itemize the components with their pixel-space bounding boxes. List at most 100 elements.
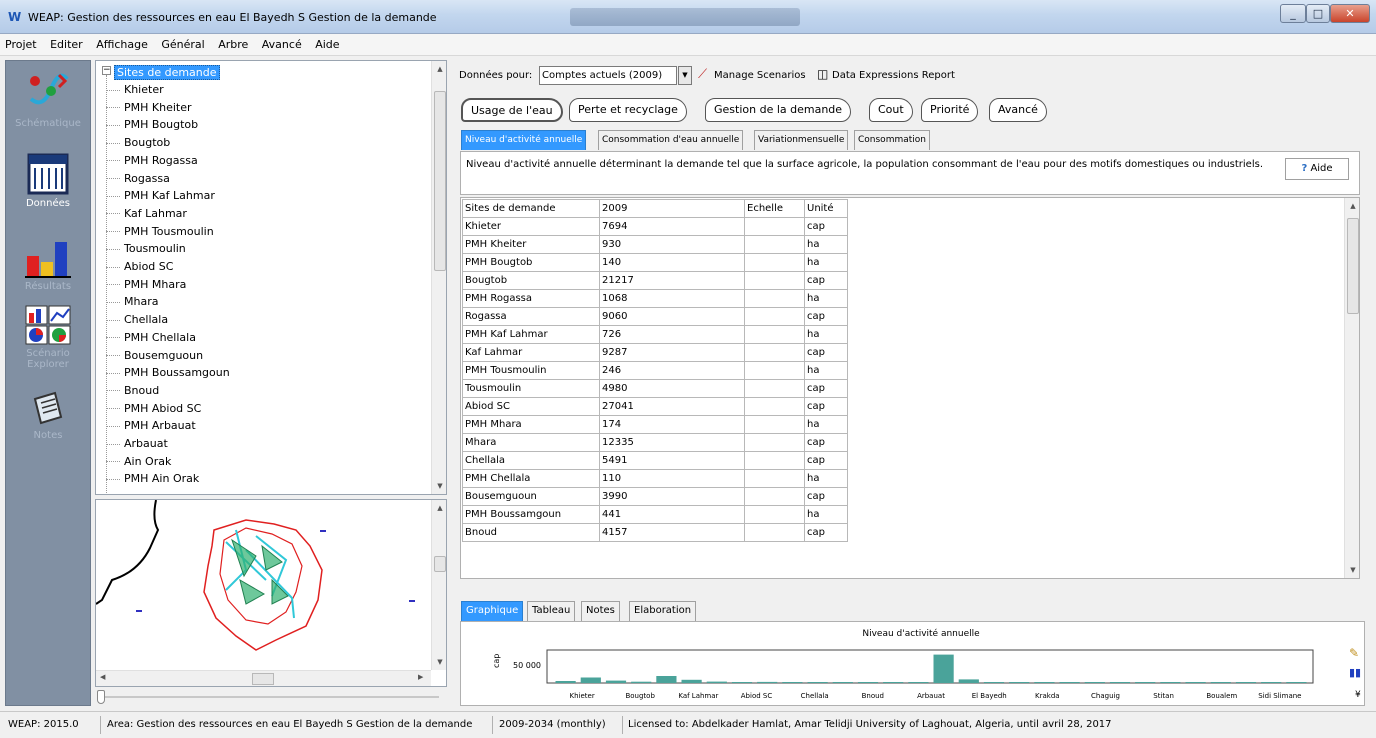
scroll-left-icon[interactable]: ◀ <box>100 673 105 681</box>
value-2009-cell[interactable]: 1068 <box>599 289 745 308</box>
tree-item[interactable]: Bnoud <box>106 384 159 399</box>
tree-item[interactable]: Chellala <box>106 313 168 328</box>
unit-cell[interactable]: ha <box>804 325 848 344</box>
scale-cell[interactable] <box>744 307 805 326</box>
tab-usage-eau[interactable]: Usage de l'eau <box>461 98 563 122</box>
unit-cell[interactable]: cap <box>804 433 848 452</box>
unit-cell[interactable]: cap <box>804 379 848 398</box>
tab-cout[interactable]: Cout <box>869 98 913 122</box>
value-2009-cell[interactable]: 441 <box>599 505 745 524</box>
tree-item[interactable]: PMH Tousmoulin <box>106 225 214 240</box>
table-row[interactable]: PMH Bougtob 140 ha <box>462 253 848 272</box>
tree-item[interactable]: Mhara <box>106 295 158 310</box>
tree-item[interactable]: Ain Orak <box>106 455 171 470</box>
table-row[interactable]: Bougtob 21217 cap <box>462 271 848 290</box>
grid-scrollbar[interactable]: ▲ ▼ <box>1344 198 1359 578</box>
scale-cell[interactable] <box>744 271 805 290</box>
map-vscroll-thumb[interactable] <box>434 556 446 572</box>
tree-item[interactable]: PMH Abiod SC <box>106 402 201 417</box>
scale-cell[interactable] <box>744 523 805 542</box>
tab-graphique[interactable]: Graphique <box>461 601 524 621</box>
tree-item[interactable]: PMH Rogassa <box>106 154 198 169</box>
table-row[interactable]: Bousemguoun 3990 cap <box>462 487 848 506</box>
unit-cell[interactable]: ha <box>804 361 848 380</box>
unit-cell[interactable]: ha <box>804 505 848 524</box>
value-2009-cell[interactable]: 174 <box>599 415 745 434</box>
value-2009-cell[interactable]: 246 <box>599 361 745 380</box>
tab-elaboration[interactable]: Elaboration <box>629 601 697 621</box>
close-button[interactable]: ✕ <box>1330 4 1370 23</box>
unit-cell[interactable]: cap <box>804 271 848 290</box>
scroll-right-icon[interactable]: ▶ <box>418 673 423 681</box>
tree-item[interactable]: PMH Kheiter <box>106 101 192 116</box>
scroll-up-icon[interactable]: ▲ <box>432 61 446 77</box>
value-2009-cell[interactable]: 7694 <box>599 217 745 236</box>
value-2009-cell[interactable]: 9060 <box>599 307 745 326</box>
tab-perte-recyclage[interactable]: Perte et recyclage <box>569 98 687 122</box>
scale-cell[interactable] <box>744 433 805 452</box>
tree-item[interactable]: PMH Ain Orak <box>106 472 199 487</box>
scale-cell[interactable] <box>744 415 805 434</box>
scroll-down-icon[interactable]: ▼ <box>432 654 446 670</box>
menu-avance[interactable]: Avancé <box>257 34 307 51</box>
unit-cell[interactable]: cap <box>804 343 848 362</box>
map-hscrollbar[interactable]: ◀ ▶ <box>96 670 431 686</box>
table-row[interactable]: PMH Tousmoulin 246 ha <box>462 361 848 380</box>
table-row[interactable]: PMH Mhara 174 ha <box>462 415 848 434</box>
scale-cell[interactable] <box>744 325 805 344</box>
unit-cell[interactable]: ha <box>804 415 848 434</box>
tree-item[interactable]: PMH Boussamgoun <box>106 366 230 381</box>
value-2009-cell[interactable]: 12335 <box>599 433 745 452</box>
scroll-up-icon[interactable]: ▲ <box>1345 198 1359 214</box>
table-row[interactable]: Khieter 7694 cap <box>462 217 848 236</box>
scenario-select[interactable]: Comptes actuels (2009) <box>539 66 677 85</box>
unit-cell[interactable]: cap <box>804 217 848 236</box>
scale-cell[interactable] <box>744 289 805 308</box>
menu-affichage[interactable]: Affichage <box>91 34 153 51</box>
scale-cell[interactable] <box>744 379 805 398</box>
tree-item[interactable]: Bousemguoun <box>106 349 203 364</box>
unit-cell[interactable]: cap <box>804 451 848 470</box>
collapse-icon[interactable]: − <box>102 66 111 75</box>
scale-cell[interactable] <box>744 397 805 416</box>
scale-cell[interactable] <box>744 253 805 272</box>
tree-item[interactable]: PMH Chellala <box>106 331 196 346</box>
tree-item[interactable]: Bougtob <box>106 136 170 151</box>
tree-item[interactable]: PMH Kaf Lahmar <box>106 189 215 204</box>
menu-projet[interactable]: Projet <box>0 34 42 51</box>
value-2009-cell[interactable]: 21217 <box>599 271 745 290</box>
menu-aide[interactable]: Aide <box>310 34 344 51</box>
scale-cell[interactable] <box>744 361 805 380</box>
column-header[interactable]: Sites de demande <box>462 199 600 218</box>
chart-options-icon[interactable]: ✎ <box>1349 646 1359 660</box>
value-2009-cell[interactable]: 140 <box>599 253 745 272</box>
column-header[interactable]: Unité <box>804 199 848 218</box>
value-2009-cell[interactable]: 110 <box>599 469 745 488</box>
map-hscroll-thumb[interactable] <box>252 673 274 685</box>
zoom-slider[interactable] <box>95 690 447 706</box>
scale-cell[interactable] <box>744 469 805 488</box>
unit-cell[interactable]: cap <box>804 487 848 506</box>
table-row[interactable]: Chellala 5491 cap <box>462 451 848 470</box>
view-data[interactable]: Données <box>6 153 90 209</box>
unit-cell[interactable]: cap <box>804 307 848 326</box>
view-results[interactable]: Résultats <box>6 236 90 292</box>
chevron-down-icon[interactable]: ▼ <box>678 66 692 85</box>
tree-item[interactable]: Khieter <box>106 83 164 98</box>
scroll-down-icon[interactable]: ▼ <box>432 478 446 494</box>
table-row[interactable]: PMH Kheiter 930 ha <box>462 235 848 254</box>
menu-arbre[interactable]: Arbre <box>213 34 253 51</box>
subtab-consommation-annuelle[interactable]: Consommation d'eau annuelle <box>598 130 744 150</box>
help-button[interactable]: ? Aide <box>1285 158 1349 180</box>
grid-scroll-thumb[interactable] <box>1347 218 1359 314</box>
menu-editer[interactable]: Editer <box>45 34 88 51</box>
tab-tableau[interactable]: Tableau <box>527 601 576 621</box>
zoom-slider-handle[interactable] <box>97 690 105 704</box>
tree-item[interactable]: Abiod SC <box>106 260 173 275</box>
unit-cell[interactable]: cap <box>804 397 848 416</box>
column-header[interactable]: Echelle <box>744 199 805 218</box>
unit-cell[interactable]: ha <box>804 253 848 272</box>
table-row[interactable]: Abiod SC 27041 cap <box>462 397 848 416</box>
table-row[interactable]: Tousmoulin 4980 cap <box>462 379 848 398</box>
unit-cell[interactable]: ha <box>804 289 848 308</box>
